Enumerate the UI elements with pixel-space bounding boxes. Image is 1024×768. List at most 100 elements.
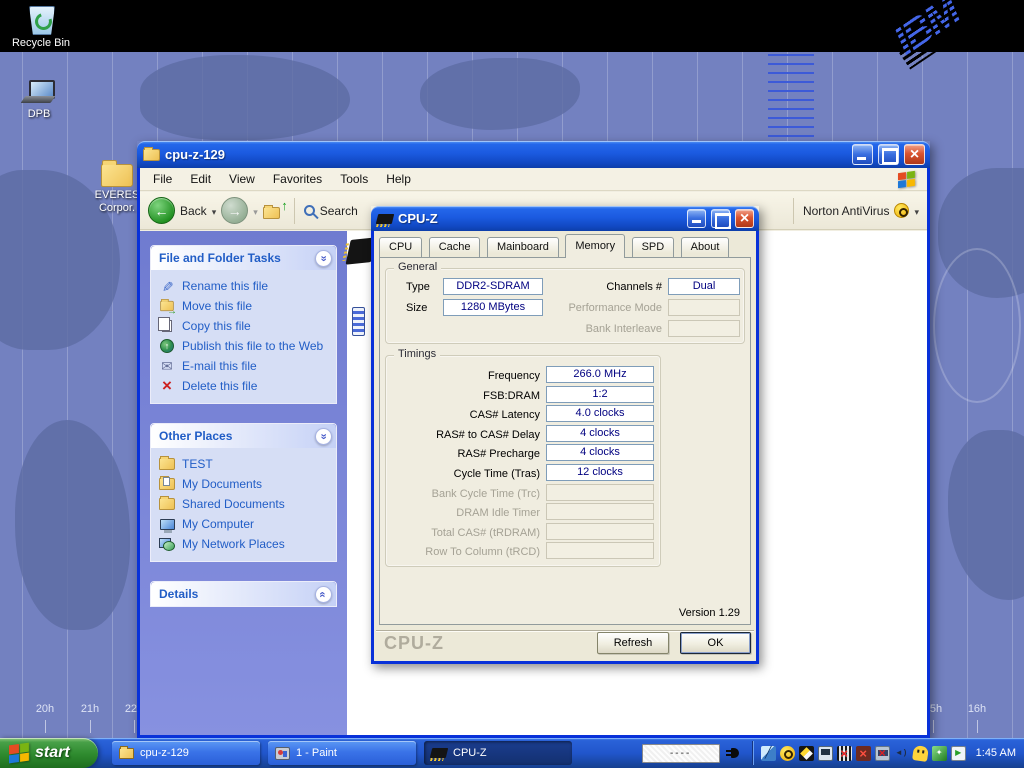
tab-cpu[interactable]: CPU	[379, 237, 422, 257]
timing-value: 4.0 clocks	[546, 405, 654, 422]
zip-file-icon[interactable]	[352, 307, 365, 336]
place-my-network[interactable]: My Network Places	[159, 534, 332, 554]
power-manager-icon[interactable]	[932, 746, 947, 761]
cpuz-titlebar[interactable]: CPU-Z	[371, 206, 759, 231]
task-delete-file[interactable]: Delete this file	[159, 376, 332, 396]
move-file-icon: →	[159, 298, 175, 314]
desktop-icon-dpb[interactable]: DPB	[6, 80, 72, 121]
tab-about[interactable]: About	[681, 237, 730, 257]
norton-antivirus-icon[interactable]	[780, 746, 795, 761]
search-label[interactable]: Search	[320, 204, 358, 218]
wallpaper-arc	[933, 248, 1021, 403]
refresh-button[interactable]: Refresh	[597, 632, 669, 654]
tab-cache[interactable]: Cache	[429, 237, 481, 257]
liveupdate-icon[interactable]	[799, 746, 814, 761]
start-button[interactable]: start	[0, 738, 98, 768]
norton-label: Norton AntiVirus	[803, 204, 890, 218]
menu-help[interactable]: Help	[377, 172, 420, 186]
windows-logo-icon	[898, 170, 915, 187]
type-value: DDR2-SDRAM	[443, 278, 543, 295]
task-rename-file[interactable]: Rename this file	[159, 276, 332, 296]
wallpaper-black-band: IBM	[0, 0, 1024, 52]
task-move-file[interactable]: →Move this file	[159, 296, 332, 316]
trackpoint-ghost-icon[interactable]	[912, 745, 929, 762]
cpuz-minimize-button[interactable]	[687, 209, 706, 228]
access-connections-icon[interactable]	[761, 746, 776, 761]
place-shared-documents[interactable]: Shared Documents	[159, 494, 332, 514]
channels-value: Dual	[668, 278, 740, 295]
version-text: Version 1.29	[679, 607, 740, 619]
tab-memory[interactable]: Memory	[565, 234, 625, 258]
place-my-documents[interactable]: My Documents	[159, 474, 332, 494]
timing-value: 4 clocks	[546, 425, 654, 442]
back-button[interactable]: ←	[148, 197, 175, 224]
performance-mode-label: Performance Mode	[562, 300, 662, 317]
taskbar: start cpu-z-129 1 - Paint CPU-Z ----	[0, 738, 1024, 768]
shared-documents-icon	[159, 496, 175, 512]
timing-label: Frequency	[390, 368, 540, 385]
memory-tab-panel: General Type DDR2-SDRAM Size 1280 MBytes…	[379, 257, 751, 625]
tab-mainboard[interactable]: Mainboard	[487, 237, 559, 257]
expand-chevron-icon[interactable]	[315, 586, 332, 603]
bank-interleave-label: Bank Interleave	[562, 321, 662, 338]
toolbar-separator	[294, 198, 295, 224]
my-documents-icon	[159, 476, 175, 492]
explorer-menubar: File Edit View Favorites Tools Help	[140, 168, 927, 191]
channels-label: Channels #	[578, 279, 662, 296]
menu-file[interactable]: File	[144, 172, 181, 186]
panel-title: Other Places	[159, 429, 315, 443]
place-my-computer[interactable]: My Computer	[159, 514, 332, 534]
panel-title: Details	[159, 587, 315, 601]
back-dropdown-icon[interactable]	[212, 202, 217, 220]
blocked-media-icon[interactable]	[837, 746, 852, 761]
taskbar-button-cpuz[interactable]: CPU-Z	[424, 741, 572, 765]
menu-tools[interactable]: Tools	[331, 172, 377, 186]
place-label: My Documents	[182, 477, 262, 491]
minimize-button[interactable]	[852, 144, 873, 165]
publish-web-icon	[159, 338, 175, 354]
menu-favorites[interactable]: Favorites	[264, 172, 331, 186]
desktop-icon-recycle-bin[interactable]: Recycle Bin	[8, 2, 74, 50]
maximize-button[interactable]	[878, 144, 899, 165]
cpuz-maximize-button[interactable]	[711, 209, 730, 228]
battery-gauge[interactable]: ----	[642, 744, 720, 763]
explorer-titlebar[interactable]: cpu-z-129	[137, 141, 930, 168]
task-publish-file[interactable]: Publish this file to the Web	[159, 336, 332, 356]
tab-spd[interactable]: SPD	[632, 237, 675, 257]
performance-mode-value	[668, 299, 740, 316]
other-places-header[interactable]: Other Places	[151, 424, 336, 448]
menu-view[interactable]: View	[220, 172, 264, 186]
task-label: Delete this file	[182, 379, 257, 393]
speaker-icon[interactable]	[894, 746, 909, 761]
computer-network-icon[interactable]	[818, 746, 833, 761]
timing-label: DRAM Idle Timer	[390, 505, 540, 522]
timing-label: Total CAS# (tRDRAM)	[390, 525, 540, 542]
close-button[interactable]	[904, 144, 925, 165]
menu-edit[interactable]: Edit	[181, 172, 220, 186]
task-copy-file[interactable]: Copy this file	[159, 316, 332, 336]
groupbox-title: Timings	[394, 348, 440, 360]
norton-antivirus-button[interactable]: Norton AntiVirus	[789, 198, 919, 224]
taskbar-button-paint[interactable]: 1 - Paint	[268, 741, 416, 765]
taskbar-button-explorer[interactable]: cpu-z-129	[112, 741, 260, 765]
timing-value	[546, 523, 654, 540]
collapse-chevron-icon[interactable]	[315, 428, 332, 445]
details-header[interactable]: Details	[151, 582, 336, 606]
up-button[interactable]: ↑	[263, 202, 285, 219]
alert-x-icon[interactable]	[856, 746, 871, 761]
icon-label: DPB	[6, 108, 72, 121]
place-test[interactable]: TEST	[159, 454, 332, 474]
network-disconnected-icon[interactable]	[875, 746, 890, 761]
file-tasks-header[interactable]: File and Folder Tasks	[151, 246, 336, 270]
collapse-chevron-icon[interactable]	[315, 250, 332, 267]
wallpaper-continent	[140, 55, 350, 140]
place-label: Shared Documents	[182, 497, 285, 511]
paint-icon	[275, 747, 290, 760]
cpuz-title: CPU-Z	[398, 211, 682, 226]
presentation-display-icon[interactable]	[951, 746, 966, 761]
cpuz-window: CPU-Z CPU Cache Mainboard Memory SPD Abo…	[371, 206, 759, 664]
cpuz-close-button[interactable]	[735, 209, 754, 228]
task-email-file[interactable]: E-mail this file	[159, 356, 332, 376]
ok-button[interactable]: OK	[680, 632, 751, 654]
forward-button[interactable]: →	[221, 197, 248, 224]
